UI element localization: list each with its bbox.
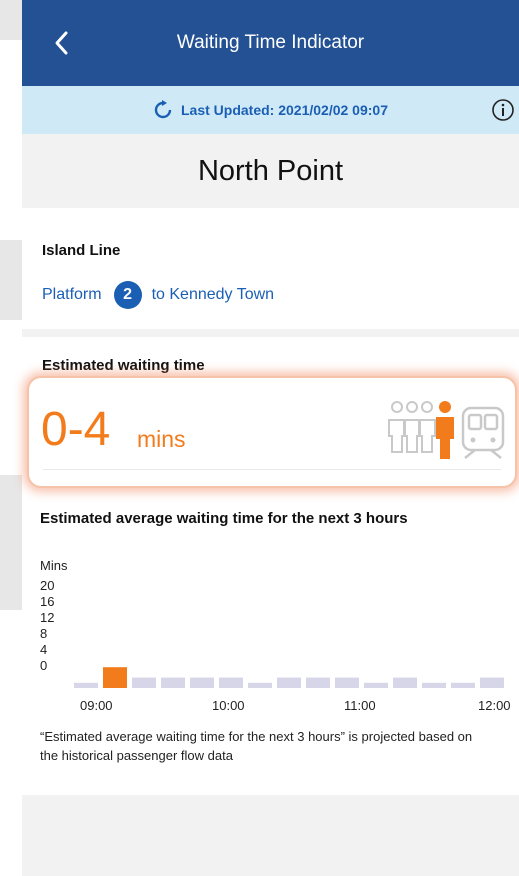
waiting-time-card: 0-4 mins <box>27 376 517 488</box>
line-info: Island Line Platform 2 to Kennedy Town <box>22 242 519 309</box>
bar <box>74 682 98 688</box>
bar <box>393 677 417 688</box>
waiting-time-value: 0-4 <box>41 403 111 456</box>
crowd-level-icon <box>388 401 505 459</box>
last-updated-text: Last Updated: 2021/02/02 09:07 <box>181 102 388 118</box>
bar <box>335 677 359 688</box>
x-tick-label: 11:00 <box>344 698 376 713</box>
section-divider <box>22 329 519 337</box>
x-tick-label: 12:00 <box>478 698 511 713</box>
destination-label: to Kennedy Town <box>151 286 275 303</box>
line-name: Island Line <box>42 242 121 259</box>
page-title: Waiting Time Indicator <box>176 32 365 53</box>
nav-bar: Waiting Time Indicator <box>22 0 519 86</box>
forecast-bar-chart: Mins 201612840 09:00 10:00 11:00 12:00 <box>40 558 511 713</box>
waiting-time-unit: mins <box>137 426 186 452</box>
background-view-strip <box>0 0 22 876</box>
bar <box>132 677 156 688</box>
x-tick-label: 09:00 <box>80 698 113 713</box>
platform-label: Platform <box>42 286 102 303</box>
y-tick-label: 16 <box>40 594 54 609</box>
station-header: North Point <box>22 134 519 208</box>
x-tick-label: 10:00 <box>212 698 245 713</box>
bottom-area <box>22 795 519 876</box>
forecast-note: “Estimated average waiting time for the … <box>40 729 473 763</box>
bar <box>422 682 446 688</box>
platform-selector[interactable]: Platform 2 to Kennedy Town <box>42 281 499 309</box>
bar-current <box>103 667 127 688</box>
station-name: North Point <box>197 154 344 187</box>
bar <box>219 677 243 688</box>
bar <box>451 682 475 688</box>
y-tick-label: 20 <box>40 578 54 593</box>
bar <box>306 677 330 688</box>
bar <box>277 677 301 688</box>
bar <box>190 677 214 688</box>
background-segment <box>0 0 22 40</box>
forecast-title: Estimated average waiting time for the n… <box>40 510 408 527</box>
card-divider <box>43 469 501 470</box>
y-tick-label: 0 <box>40 658 47 673</box>
bar <box>480 677 504 688</box>
refresh-icon[interactable] <box>153 100 173 120</box>
back-arrow-icon[interactable] <box>48 28 78 58</box>
estimated-waiting-label: Estimated waiting time <box>42 357 205 374</box>
background-segment <box>0 240 22 320</box>
bar <box>364 682 388 688</box>
platform-number-badge: 2 <box>113 281 142 309</box>
background-segment <box>0 475 22 610</box>
info-icon[interactable] <box>491 98 515 122</box>
y-axis-label: Mins <box>40 558 68 573</box>
y-tick-label: 12 <box>40 610 54 625</box>
y-tick-label: 4 <box>40 642 47 657</box>
last-updated-bar: Last Updated: 2021/02/02 09:07 <box>22 86 519 134</box>
spacer <box>22 208 519 242</box>
waiting-time-screen: Waiting Time Indicator Last Updated: 202… <box>22 0 519 876</box>
bar <box>161 677 185 688</box>
bar <box>248 682 272 688</box>
y-tick-label: 8 <box>40 626 47 641</box>
